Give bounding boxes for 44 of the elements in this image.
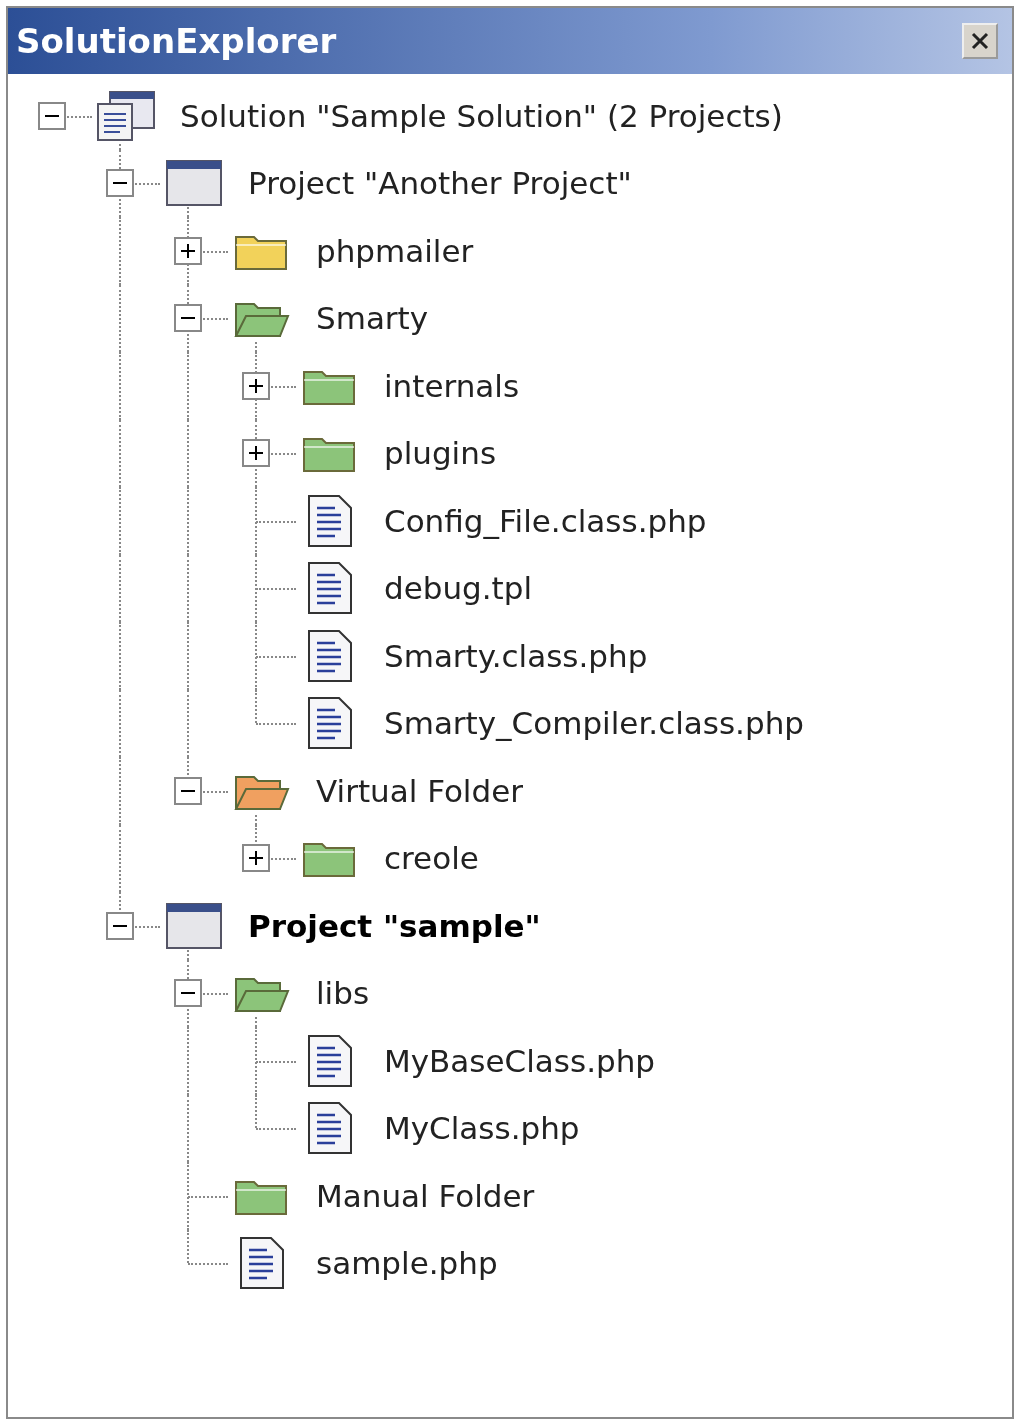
minus-icon <box>113 924 127 927</box>
file-label[interactable]: MyClass.php <box>384 1110 580 1147</box>
solution-label[interactable]: Solution "Sample Solution" (2 Projects) <box>180 97 783 134</box>
close-button[interactable] <box>962 23 998 59</box>
folder-label[interactable]: creole <box>384 840 479 877</box>
file-label[interactable]: Smarty_Compiler.class.php <box>384 705 804 742</box>
folder-label[interactable]: libs <box>316 975 370 1012</box>
folder-label[interactable]: Smarty <box>316 300 429 337</box>
collapse-toggle[interactable] <box>174 304 202 333</box>
expand-toggle[interactable] <box>242 371 270 400</box>
solution-icon <box>96 89 156 142</box>
file-label[interactable]: debug.tpl <box>384 570 533 607</box>
plus-icon <box>249 378 263 393</box>
file-label[interactable]: Config_File.class.php <box>384 502 707 539</box>
folder-label[interactable]: Virtual Folder <box>316 772 523 809</box>
project-label[interactable]: Project "sample" <box>248 907 541 944</box>
close-icon <box>969 30 991 52</box>
plus-icon <box>249 851 263 866</box>
window-title: SolutionExplorer <box>16 21 337 61</box>
file-label[interactable]: Smarty.class.php <box>384 637 648 674</box>
plus-icon <box>181 243 195 258</box>
project-icon <box>165 901 223 950</box>
folder-label[interactable]: plugins <box>384 435 497 472</box>
collapse-toggle[interactable] <box>174 979 202 1008</box>
expand-toggle[interactable] <box>174 236 202 265</box>
file-label[interactable]: sample.php <box>316 1245 498 1282</box>
minus-icon <box>45 114 59 117</box>
collapse-toggle[interactable] <box>38 101 66 130</box>
expand-toggle[interactable] <box>242 844 270 873</box>
expand-toggle[interactable] <box>242 439 270 468</box>
minus-icon <box>181 992 195 995</box>
folder-label[interactable]: phpmailer <box>316 232 474 269</box>
minus-icon <box>181 789 195 792</box>
minus-icon <box>113 182 127 185</box>
collapse-toggle[interactable] <box>106 169 134 198</box>
plus-icon <box>249 446 263 461</box>
collapse-toggle[interactable] <box>106 911 134 940</box>
file-label[interactable]: MyBaseClass.php <box>384 1042 655 1079</box>
project-icon <box>165 159 223 208</box>
minus-icon <box>181 317 195 320</box>
collapse-toggle[interactable] <box>174 776 202 805</box>
project-label[interactable]: Project "Another Project" <box>248 165 632 202</box>
folder-label[interactable]: Manual Folder <box>316 1177 535 1214</box>
folder-label[interactable]: internals <box>384 367 520 404</box>
